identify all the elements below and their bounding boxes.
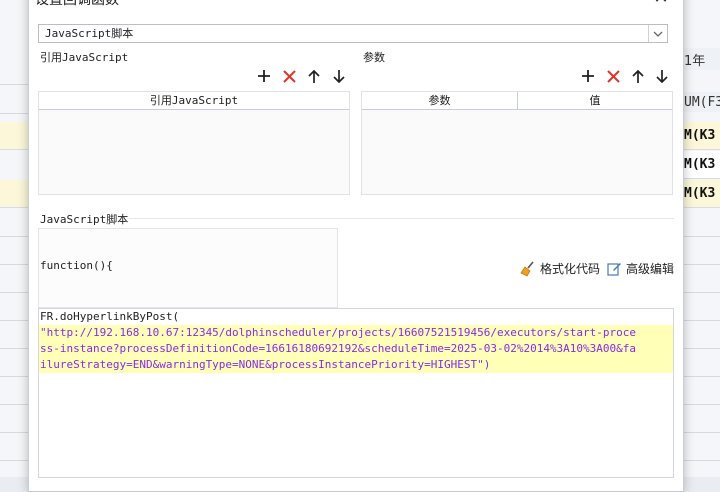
grid-line: [0, 404, 28, 405]
grid-line: [0, 292, 28, 293]
column-header[interactable]: 引用JavaScript: [39, 92, 349, 109]
chevron-down-icon[interactable]: [648, 25, 667, 42]
formula-cell[interactable]: M(K3: [682, 151, 720, 179]
move-down-icon[interactable]: [653, 67, 671, 85]
grid-line: [682, 460, 720, 461]
delete-icon[interactable]: [280, 67, 298, 85]
move-up-icon[interactable]: [629, 67, 647, 85]
code-line: FR.doHyperlinkByPost(: [39, 309, 673, 325]
grid-line: [0, 376, 28, 377]
advanced-edit-button[interactable]: 高级编辑: [607, 260, 674, 277]
grid-line: [0, 113, 28, 114]
column-header[interactable]: 值: [518, 92, 672, 109]
ref-js-table-header: 引用JavaScript: [39, 92, 349, 110]
format-code-button[interactable]: 格式化代码: [520, 260, 600, 277]
ref-js-table[interactable]: 引用JavaScript: [38, 91, 350, 195]
row-cell-left: [0, 122, 28, 150]
header-cell: UM(F3: [682, 92, 720, 112]
column-header[interactable]: 参数: [362, 92, 518, 109]
params-label: 参数: [363, 51, 385, 64]
grid-line: [0, 460, 28, 461]
delete-icon[interactable]: [604, 67, 622, 85]
grid-line: [682, 292, 720, 293]
column-header-year: 1年: [682, 48, 720, 70]
grid-line: [682, 236, 720, 237]
code-text: FR.doHyperlinkByPost(: [40, 310, 180, 323]
grid-line: [682, 432, 720, 433]
close-icon[interactable]: ✕: [651, 0, 671, 9]
grid-line: [0, 432, 28, 433]
code-editor[interactable]: FR.doHyperlinkByPost( "http://192.168.10…: [38, 308, 674, 478]
move-up-icon[interactable]: [305, 67, 323, 85]
ref-js-label: 引用JavaScript: [40, 51, 129, 64]
script-type-select[interactable]: JavaScript脚本: [38, 24, 668, 43]
row-cell-left: [0, 180, 28, 208]
function-header-box: function(){: [38, 228, 338, 308]
format-code-label: 格式化代码: [540, 262, 601, 276]
script-type-value: JavaScript脚本: [45, 27, 134, 40]
grid-line: [0, 320, 28, 321]
formula-cell[interactable]: M(K3: [682, 180, 720, 208]
add-icon[interactable]: [255, 67, 273, 85]
grid-line: [0, 236, 28, 237]
code-line: ss-instance?processDefinitionCode=166161…: [39, 341, 673, 357]
edit-icon: [607, 263, 621, 276]
script-label: JavaScript脚本: [40, 213, 129, 226]
advanced-edit-label: 高级编辑: [626, 262, 675, 276]
grid-line: [682, 376, 720, 377]
grid-line: [682, 320, 720, 321]
params-table-header: 参数 值: [362, 92, 672, 110]
params-table[interactable]: 参数 值: [361, 91, 673, 195]
divider: [129, 218, 674, 219]
grid-line: [682, 264, 720, 265]
broom-icon: [520, 260, 534, 277]
grid-line: [682, 404, 720, 405]
code-line: ilureStrategy=END&warningType=NONE&proce…: [39, 357, 673, 373]
code-line: "http://192.168.10.67:12345/dolphinsched…: [39, 325, 673, 341]
add-icon[interactable]: [579, 67, 597, 85]
dialog-title: 设置回调函数: [35, 0, 119, 8]
callback-function-dialog: 设置回调函数 ✕ JavaScript脚本 引用JavaScript 引用Jav…: [28, 0, 684, 492]
grid-line: [0, 84, 28, 85]
function-signature: function(){: [40, 259, 113, 272]
move-down-icon[interactable]: [330, 67, 348, 85]
grid-line: [682, 348, 720, 349]
grid-line: [0, 264, 28, 265]
grid-line: [0, 348, 28, 349]
formula-cell[interactable]: M(K3: [682, 122, 720, 150]
